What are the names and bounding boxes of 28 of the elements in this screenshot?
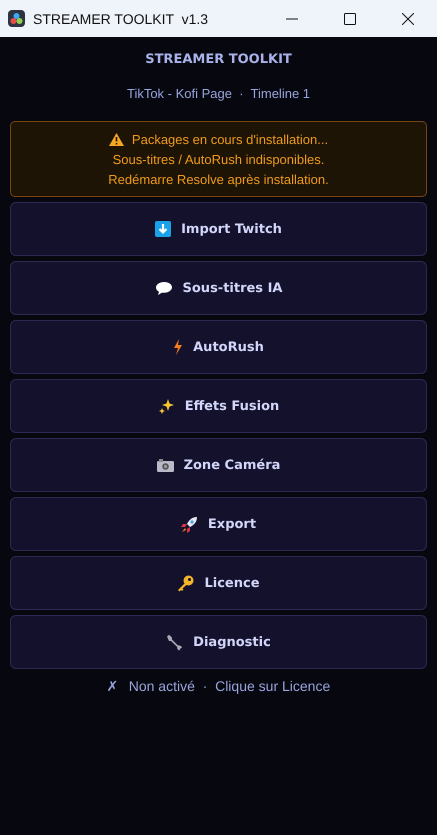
menu-button[interactable]: Sous-titres IA bbox=[10, 261, 427, 315]
status-text: Non activé · Clique sur Licence bbox=[128, 678, 330, 694]
maximize-icon bbox=[344, 12, 356, 24]
project-subtitle: TikTok - Kofi Page · Timeline 1 bbox=[126, 86, 310, 101]
warning-text: Sous-titres / AutoRush indisponibles. bbox=[112, 150, 324, 168]
window-title: STREAMER TOOLKIT v1.3 bbox=[33, 10, 210, 26]
sparkles-icon bbox=[158, 398, 175, 414]
warning-text: Packages en cours d'installation... bbox=[132, 130, 328, 148]
warning-text: Redémarre Resolve après installation. bbox=[108, 170, 329, 188]
key-icon bbox=[177, 574, 194, 592]
wrench-icon bbox=[166, 634, 184, 650]
menu-button[interactable]: Import Twitch bbox=[10, 202, 427, 256]
speech-bubble-icon bbox=[154, 280, 173, 296]
lightning-icon bbox=[173, 339, 184, 355]
warning-icon bbox=[108, 132, 124, 146]
menu-button[interactable]: AutoRush bbox=[10, 320, 427, 374]
status-mark: ✗ bbox=[106, 678, 119, 694]
menu-button[interactable]: Diagnostic bbox=[10, 615, 427, 669]
rocket-icon bbox=[180, 516, 198, 532]
camera-icon bbox=[156, 458, 174, 472]
app-heading: STREAMER TOOLKIT bbox=[145, 52, 292, 67]
menu-button[interactable]: Licence bbox=[10, 556, 427, 610]
app-icon bbox=[8, 10, 25, 27]
menu-button[interactable]: Export bbox=[10, 497, 427, 551]
close-icon bbox=[402, 12, 414, 24]
menu-button[interactable]: Zone Caméra bbox=[10, 438, 427, 492]
menu-button[interactable]: Effets Fusion bbox=[10, 379, 427, 433]
download-icon bbox=[155, 221, 172, 237]
